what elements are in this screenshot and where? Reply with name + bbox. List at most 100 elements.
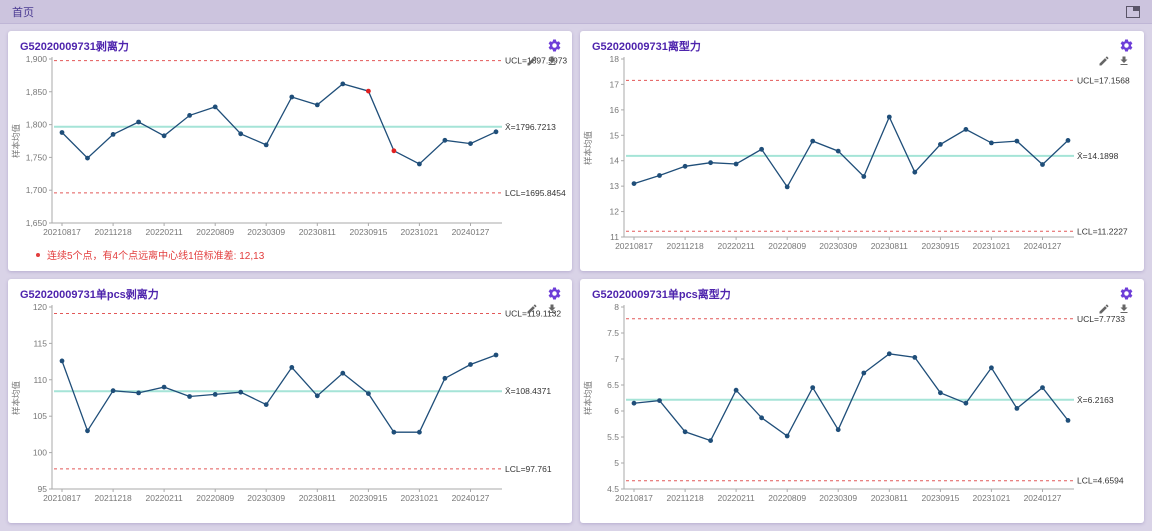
svg-text:20211218: 20211218 [667, 493, 704, 503]
svg-text:20240127: 20240127 [452, 227, 490, 237]
svg-text:105: 105 [33, 411, 47, 421]
svg-text:X̄=6.2163: X̄=6.2163 [1077, 395, 1114, 405]
svg-text:5.5: 5.5 [607, 432, 619, 442]
svg-text:LCL=97.761: LCL=97.761 [505, 464, 552, 474]
svg-text:20210817: 20210817 [615, 493, 653, 503]
svg-text:20220809: 20220809 [768, 493, 806, 503]
svg-text:20230915: 20230915 [349, 227, 387, 237]
edit-pencil-icon[interactable] [526, 54, 538, 72]
svg-text:20211218: 20211218 [95, 227, 132, 237]
restore-window-icon[interactable] [1126, 6, 1140, 18]
svg-text:20210817: 20210817 [43, 493, 81, 503]
svg-text:20231021: 20231021 [400, 227, 438, 237]
svg-text:20220211: 20220211 [146, 227, 183, 237]
svg-text:20230309: 20230309 [819, 241, 857, 251]
tab-home[interactable]: 首页 [12, 4, 34, 20]
annotation-bullet-icon [36, 253, 40, 257]
svg-text:20231021: 20231021 [400, 493, 438, 503]
svg-text:1,900: 1,900 [26, 54, 48, 64]
svg-text:13: 13 [610, 181, 620, 191]
control-chart-pcs-release-force[interactable]: 87.576.565.554.5样本均值20210817202112182022… [582, 301, 1140, 505]
download-icon[interactable] [1118, 54, 1130, 72]
panel-title: G52020009731剥离力 [20, 38, 129, 54]
panel-title: G52020009731单pcs离型力 [592, 286, 731, 302]
svg-text:X̄=14.1898: X̄=14.1898 [1077, 151, 1119, 161]
svg-text:15: 15 [610, 130, 620, 140]
control-chart-release-force[interactable]: 1817161514131211样本均值20210817202112182022… [582, 53, 1140, 253]
svg-text:14: 14 [610, 156, 620, 166]
svg-text:UCL=17.1568: UCL=17.1568 [1077, 75, 1130, 85]
svg-text:8: 8 [614, 302, 619, 312]
svg-text:样本均值: 样本均值 [11, 381, 21, 416]
settings-gear-icon[interactable] [547, 38, 562, 53]
svg-text:7.5: 7.5 [607, 328, 619, 338]
panel-pcs-peel-force: G52020009731单pcs剥离力 12011511010510095样本均… [8, 279, 572, 523]
svg-text:20230915: 20230915 [349, 493, 387, 503]
svg-text:20210817: 20210817 [615, 241, 653, 251]
control-chart-peel-force[interactable]: 1,9001,8501,8001,7501,7001,650样本均值202108… [10, 53, 568, 239]
annotation-text: 连续5个点，有4个点远离中心线1倍标准差: 12,13 [47, 247, 264, 262]
svg-text:LCL=4.6594: LCL=4.6594 [1077, 476, 1124, 486]
svg-text:20230811: 20230811 [299, 493, 336, 503]
svg-text:20230309: 20230309 [247, 227, 285, 237]
svg-text:16: 16 [610, 105, 620, 115]
svg-text:20240127: 20240127 [1024, 241, 1062, 251]
download-icon[interactable] [546, 54, 558, 72]
ooc-annotation: 连续5个点，有4个点远离中心线1倍标准差: 12,13 [8, 247, 572, 262]
svg-text:115: 115 [33, 338, 47, 348]
svg-text:5: 5 [614, 458, 619, 468]
svg-text:1,800: 1,800 [26, 120, 48, 130]
svg-text:6: 6 [614, 406, 619, 416]
svg-text:20220211: 20220211 [718, 241, 755, 251]
svg-text:18: 18 [610, 54, 620, 64]
svg-text:20230309: 20230309 [819, 493, 857, 503]
panel-title: G52020009731单pcs剥离力 [20, 286, 159, 302]
svg-text:样本均值: 样本均值 [583, 131, 593, 166]
svg-text:100: 100 [33, 448, 47, 458]
edit-pencil-icon[interactable] [1098, 54, 1110, 72]
svg-text:20230811: 20230811 [871, 241, 908, 251]
svg-text:17: 17 [610, 79, 620, 89]
svg-text:X̄=108.4371: X̄=108.4371 [505, 386, 551, 396]
svg-text:20230915: 20230915 [921, 493, 959, 503]
panel-header: G52020009731离型力 [580, 31, 1144, 53]
tab-bar: 首页 [0, 0, 1152, 24]
svg-text:样本均值: 样本均值 [583, 381, 593, 416]
svg-text:20230811: 20230811 [299, 227, 336, 237]
panel-header: G52020009731单pcs剥离力 [8, 279, 572, 301]
svg-text:6.5: 6.5 [607, 380, 619, 390]
svg-text:LCL=11.2227: LCL=11.2227 [1077, 226, 1128, 236]
panel-release-force: G52020009731离型力 1817161514131211样本均值2021… [580, 31, 1144, 271]
svg-text:样本均值: 样本均值 [11, 124, 21, 159]
svg-text:20220809: 20220809 [196, 227, 234, 237]
dashboard-grid: G52020009731剥离力 1,900 1,850 1,800 1,750 1,70… [0, 24, 1152, 531]
svg-text:7: 7 [614, 354, 619, 364]
svg-text:12: 12 [610, 207, 620, 217]
download-icon[interactable] [546, 302, 558, 320]
svg-text:20230309: 20230309 [247, 493, 285, 503]
settings-gear-icon[interactable] [1119, 38, 1134, 53]
svg-text:20231021: 20231021 [972, 241, 1010, 251]
edit-pencil-icon[interactable] [1098, 302, 1110, 320]
panel-peel-force: G52020009731剥离力 1,900 1,850 1,800 1,750 1,70… [8, 31, 572, 271]
svg-text:20220211: 20220211 [146, 493, 183, 503]
svg-text:20240127: 20240127 [452, 493, 490, 503]
panel-pcs-release-force: G52020009731单pcs离型力 87.576.565.554.5样本均值… [580, 279, 1144, 523]
panel-title: G52020009731离型力 [592, 38, 701, 54]
svg-text:LCL=1695.8454: LCL=1695.8454 [505, 188, 566, 198]
svg-text:20240127: 20240127 [1024, 493, 1062, 503]
svg-text:20231021: 20231021 [972, 493, 1010, 503]
svg-text:1,700: 1,700 [26, 185, 48, 195]
svg-text:20211218: 20211218 [667, 241, 704, 251]
svg-text:20210817: 20210817 [43, 227, 81, 237]
svg-text:20230915: 20230915 [921, 241, 959, 251]
control-chart-pcs-peel-force[interactable]: 12011511010510095样本均值2021081720211218202… [10, 301, 568, 505]
edit-pencil-icon[interactable] [526, 302, 538, 320]
svg-text:20220809: 20220809 [196, 493, 234, 503]
settings-gear-icon[interactable] [547, 286, 562, 301]
download-icon[interactable] [1118, 302, 1130, 320]
svg-text:1,850: 1,850 [26, 87, 48, 97]
settings-gear-icon[interactable] [1119, 286, 1134, 301]
svg-text:110: 110 [33, 375, 47, 385]
svg-text:1,750: 1,750 [26, 152, 48, 162]
